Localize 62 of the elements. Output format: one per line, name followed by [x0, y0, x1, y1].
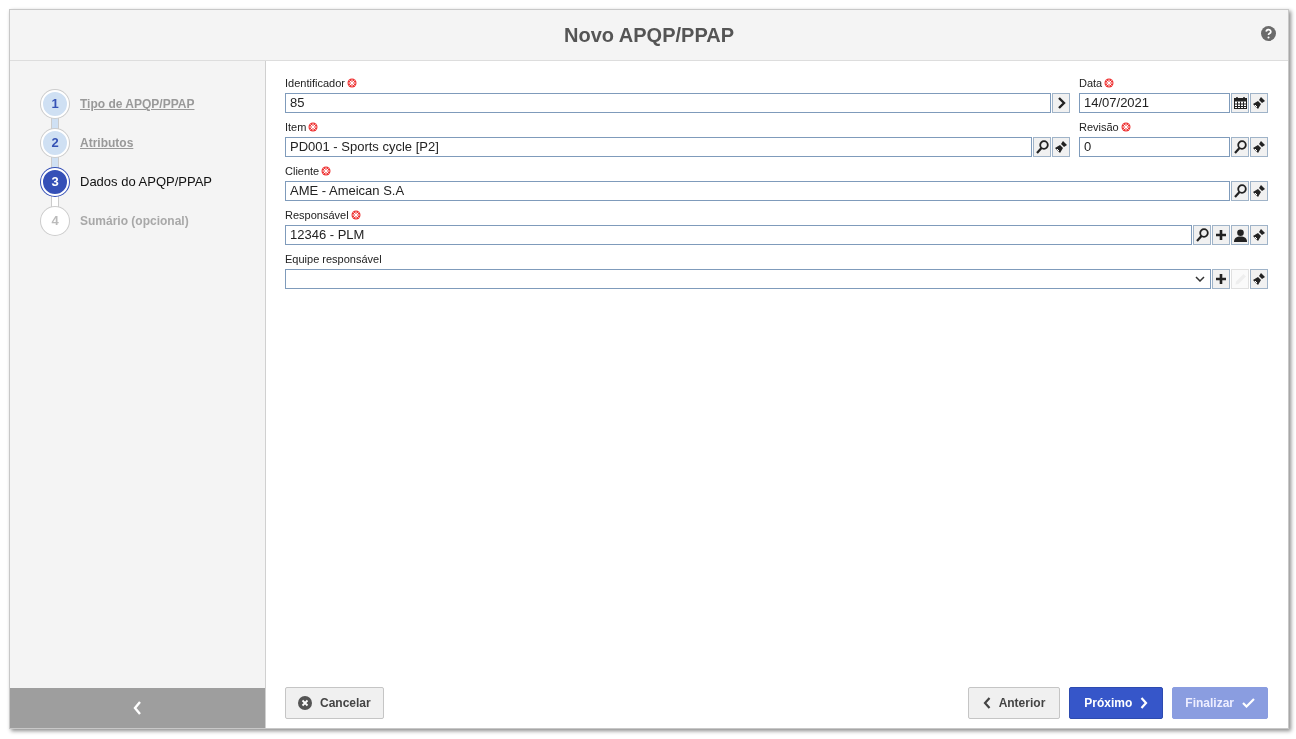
plus-button[interactable]	[1212, 225, 1230, 245]
previous-button[interactable]: Anterior	[967, 687, 1061, 719]
plus-button[interactable]	[1212, 269, 1230, 289]
brush-icon	[1252, 272, 1266, 286]
dropdown-field[interactable]	[285, 269, 1211, 289]
brush-button[interactable]	[1250, 181, 1268, 201]
chevron-left-icon	[133, 701, 142, 715]
brush-button[interactable]	[1052, 137, 1070, 157]
check-icon	[1242, 698, 1255, 708]
field-label: Equipe responsável	[285, 251, 382, 267]
search-icon	[1195, 228, 1209, 242]
search-button[interactable]	[1193, 225, 1211, 245]
next-button[interactable]: Próximo	[1069, 687, 1164, 719]
chevron-down-icon	[1195, 276, 1205, 282]
step-label: Dados do APQP/PPAP	[80, 173, 212, 192]
plus-icon	[1216, 274, 1226, 284]
brush-icon	[1252, 96, 1266, 110]
brush-icon	[1252, 184, 1266, 198]
step-number: 4	[41, 207, 69, 235]
calendar-button[interactable]	[1231, 93, 1249, 113]
search-icon	[1233, 140, 1247, 154]
step-number: 3	[41, 168, 69, 196]
user-icon	[1233, 228, 1247, 242]
chevron-right-button[interactable]	[1052, 93, 1070, 113]
plus-icon	[1216, 230, 1226, 240]
search-button[interactable]	[1231, 137, 1249, 157]
search-icon	[1035, 140, 1049, 154]
brush-button[interactable]	[1250, 225, 1268, 245]
input-field[interactable]: AME - Ameican S.A	[285, 181, 1230, 201]
user-button[interactable]	[1231, 225, 1249, 245]
field-label: Item	[285, 119, 307, 135]
field-label: Revisão	[1079, 119, 1119, 135]
search-button[interactable]	[1033, 137, 1051, 157]
search-icon	[1233, 184, 1247, 198]
close-icon	[298, 696, 312, 710]
chevron-right-icon	[1056, 97, 1066, 109]
field-label: Responsável	[285, 207, 349, 223]
input-field[interactable]: 85	[285, 93, 1051, 113]
step-label: Sumário (opcional)	[80, 213, 189, 230]
brush-button[interactable]	[1250, 269, 1268, 289]
step-number: 1	[41, 90, 69, 118]
step-number: 2	[41, 129, 69, 157]
brush-icon	[1252, 140, 1266, 154]
brush-button[interactable]	[1250, 93, 1268, 113]
cancel-button[interactable]: Cancelar	[285, 687, 384, 719]
input-field[interactable]: 0	[1079, 137, 1230, 157]
brush-icon	[1054, 140, 1068, 154]
window-title: Novo APQP/PPAP	[564, 23, 734, 48]
chevron-right-icon	[1140, 697, 1149, 709]
calendar-icon	[1233, 97, 1247, 109]
input-field[interactable]: 14/07/2021	[1079, 93, 1230, 113]
search-button[interactable]	[1231, 181, 1249, 201]
help-icon[interactable]	[1261, 26, 1276, 41]
pencil-icon	[1233, 272, 1247, 286]
input-field[interactable]: PD001 - Sports cycle [P2]	[285, 137, 1032, 157]
field-label: Identificador	[285, 75, 345, 91]
chevron-left-icon	[982, 697, 991, 709]
field-label: Cliente	[285, 163, 320, 179]
input-field[interactable]: 12346 - PLM	[285, 225, 1192, 245]
brush-icon	[1252, 228, 1266, 242]
field-label: Data	[1079, 75, 1103, 91]
brush-button[interactable]	[1250, 137, 1268, 157]
